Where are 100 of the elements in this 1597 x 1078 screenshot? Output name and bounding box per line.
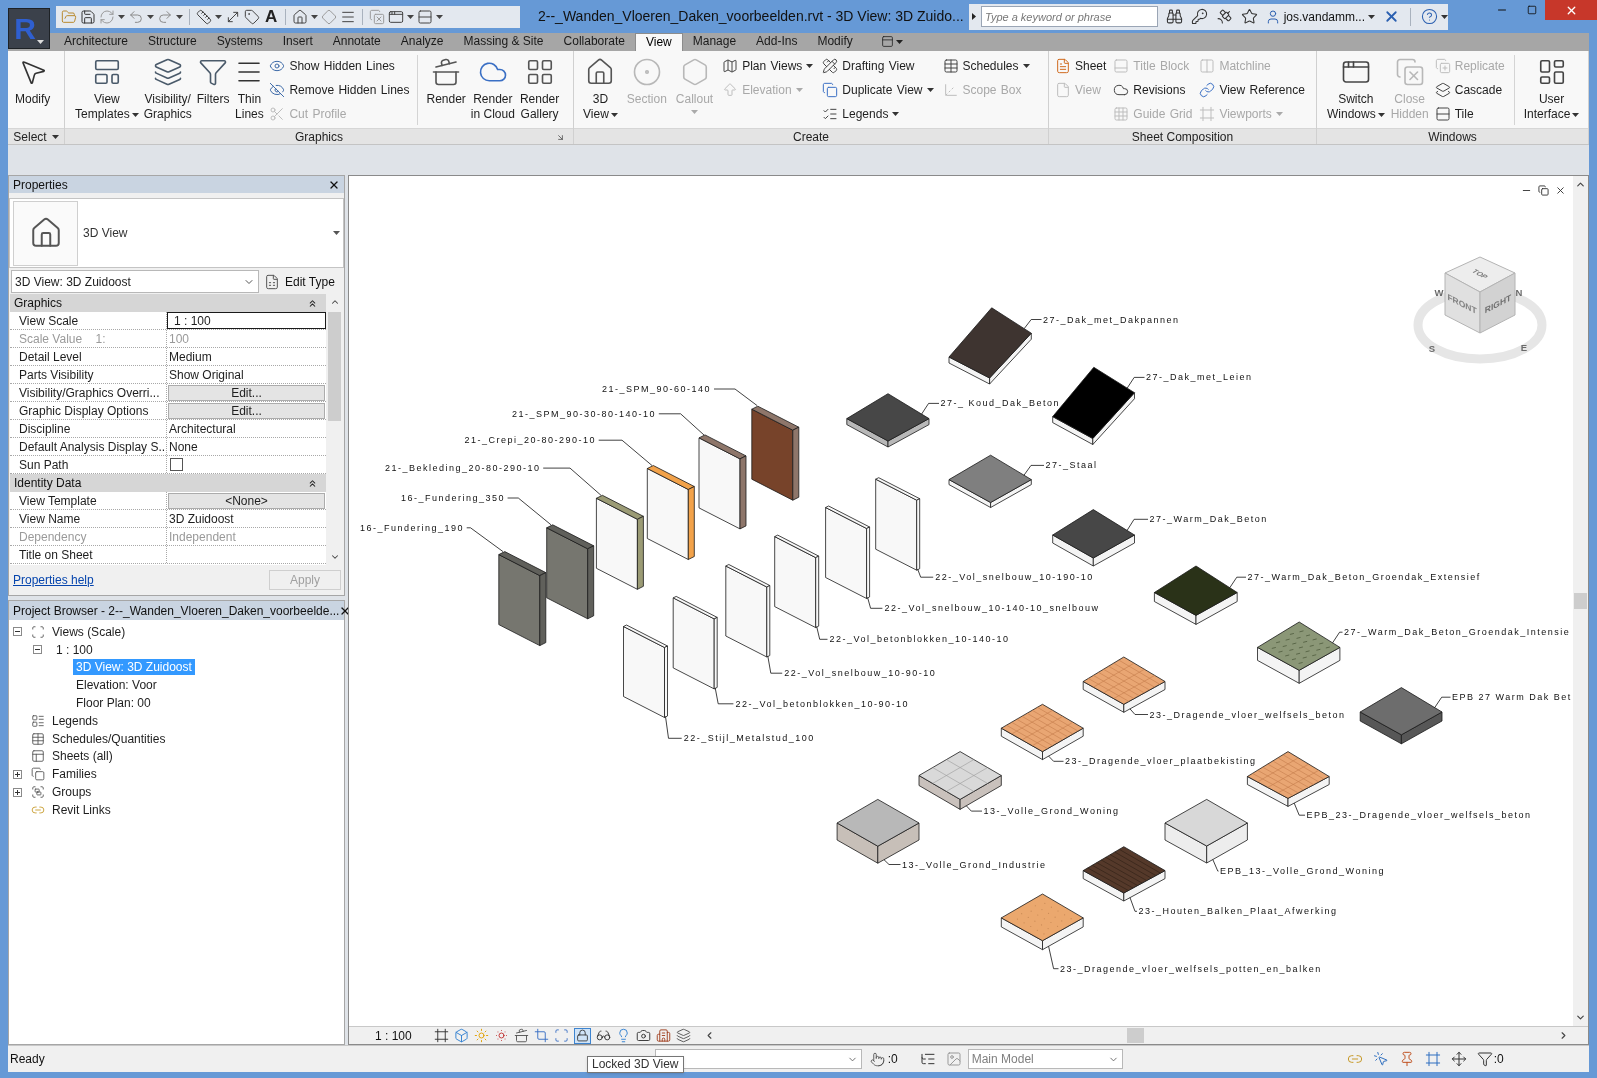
- tag-icon[interactable]: [244, 8, 260, 25]
- glasses-icon[interactable]: [595, 1028, 611, 1043]
- scroll-thumb[interactable]: [328, 312, 341, 421]
- camera-icon[interactable]: [635, 1028, 651, 1043]
- sun-icon[interactable]: [493, 1028, 509, 1043]
- property-button[interactable]: <None>: [168, 492, 325, 509]
- property-button[interactable]: Edit...: [168, 384, 325, 401]
- tree-item[interactable]: Sheets (all): [49, 748, 116, 765]
- design-option-dropdown[interactable]: Main Model: [967, 1049, 1123, 1069]
- category-header[interactable]: Identity Data: [10, 474, 326, 492]
- pot-icon[interactable]: [513, 1028, 529, 1043]
- panel-menu-button[interactable]: Select: [13, 130, 59, 143]
- checkbox[interactable]: [170, 458, 183, 471]
- tree-item[interactable]: Legends: [49, 712, 102, 729]
- x-mark-icon[interactable]: [1383, 8, 1400, 25]
- ribbon-tab[interactable]: Systems: [206, 33, 273, 51]
- pointer-click-icon[interactable]: [1372, 1051, 1389, 1067]
- ribbon-small-button[interactable]: Drafting View: [821, 54, 935, 78]
- collapse-icon[interactable]: [307, 297, 318, 309]
- user-menu-button[interactable]: jos.vandamm...: [1264, 7, 1375, 26]
- collapse-icon[interactable]: [33, 645, 42, 655]
- compass-label[interactable]: S: [1428, 342, 1436, 354]
- move-icon[interactable]: [1450, 1051, 1467, 1067]
- binoculars-icon[interactable]: [1165, 8, 1183, 25]
- text-button[interactable]: A: [263, 8, 280, 25]
- expand-icon[interactable]: [13, 769, 22, 779]
- ribbon-button[interactable]: Render: [425, 51, 467, 129]
- crop-icon[interactable]: [533, 1028, 549, 1043]
- ribbon-tab[interactable]: Modify: [807, 33, 863, 51]
- tree-item[interactable]: Views (Scale): [49, 623, 129, 640]
- close-icon[interactable]: [1555, 185, 1566, 196]
- ribbon-tab[interactable]: Analyze: [390, 33, 454, 51]
- collapse-icon[interactable]: [307, 477, 318, 489]
- ribbon-button[interactable]: Render in Cloud: [469, 51, 516, 129]
- tree-item[interactable]: Revit Links: [49, 801, 114, 818]
- instance-dropdown[interactable]: 3D View: 3D Zuidoost: [11, 270, 259, 293]
- ribbon-tab[interactable]: Add-Ins: [746, 33, 808, 51]
- ribbon-tab[interactable]: Manage: [682, 33, 747, 51]
- collapse-icon[interactable]: [13, 627, 22, 637]
- ribbon-small-button[interactable]: Plan Views: [721, 54, 815, 78]
- ribbon-small-button[interactable]: Sheet: [1054, 54, 1108, 78]
- building-icon[interactable]: [655, 1028, 671, 1043]
- ribbon-tab[interactable]: Architecture: [54, 33, 139, 51]
- tree-item[interactable]: Elevation: Voor: [73, 677, 160, 694]
- ribbon-small-button[interactable]: Tile: [1433, 102, 1506, 126]
- compass-label[interactable]: E: [1520, 341, 1528, 353]
- ribbon-button[interactable]: Switch Windows: [1326, 51, 1386, 129]
- ribbon-small-button[interactable]: Show Hidden Lines: [268, 54, 411, 78]
- ribbon-toggle-button[interactable]: [880, 35, 903, 48]
- tree-item[interactable]: 1 : 100: [53, 641, 96, 658]
- frame-icon[interactable]: [1424, 1051, 1441, 1067]
- key-icon[interactable]: [1190, 8, 1208, 25]
- restore-icon[interactable]: [1538, 185, 1549, 196]
- ribbon-tab[interactable]: Collaborate: [553, 33, 635, 51]
- scroll-thumb[interactable]: [1574, 593, 1587, 609]
- satellite-icon[interactable]: [1215, 8, 1233, 25]
- tree-item[interactable]: Floor Plan: 00: [73, 695, 154, 712]
- ribbon-button[interactable]: Render Gallery: [518, 51, 561, 129]
- cube-icon[interactable]: [453, 1028, 469, 1043]
- lock-icon[interactable]: [573, 1027, 591, 1044]
- scroll-down-icon[interactable]: [329, 552, 340, 562]
- ribbon-tab[interactable]: Annotate: [322, 33, 391, 51]
- compass-label[interactable]: N: [1515, 286, 1523, 298]
- scale-field[interactable]: 1 : 100: [167, 312, 326, 329]
- ribbon-small-button[interactable]: Remove Hidden Lines: [268, 78, 411, 102]
- tree-item[interactable]: Families: [49, 766, 100, 783]
- help-icon[interactable]: [1421, 8, 1438, 25]
- ribbon-tab[interactable]: Structure: [138, 33, 207, 51]
- workset-dropdown[interactable]: [654, 1049, 862, 1069]
- save-icon[interactable]: [80, 8, 96, 25]
- ribbon-tab[interactable]: Massing & Site: [453, 33, 554, 51]
- scroll-down-icon[interactable]: [1575, 1012, 1586, 1023]
- expand-icon[interactable]: [13, 787, 22, 797]
- ribbon-small-button[interactable]: Legends: [821, 102, 935, 126]
- launcher-icon[interactable]: [556, 133, 565, 143]
- search-field[interactable]: Type a keyword or phrase: [981, 6, 1158, 27]
- ribbon-button[interactable]: Visibility/ Graphics: [142, 51, 193, 129]
- ribbon-button[interactable]: User Interface: [1522, 51, 1581, 129]
- help-link[interactable]: Properties help: [13, 571, 94, 589]
- scroll-up-icon[interactable]: [329, 297, 340, 307]
- list-tree-icon[interactable]: [919, 1051, 936, 1067]
- ribbon-button[interactable]: Modify: [14, 51, 52, 129]
- tree-item[interactable]: Schedules/Quantities: [49, 730, 169, 747]
- ribbon-button[interactable]: Thin Lines: [233, 51, 266, 129]
- category-header[interactable]: Graphics: [10, 294, 326, 312]
- scroll-thumb[interactable]: [1127, 1028, 1144, 1043]
- ribbon-button[interactable]: Filters: [195, 51, 231, 129]
- maximize-icon[interactable]: [1527, 5, 1537, 15]
- ribbon-tab[interactable]: View: [634, 33, 683, 51]
- frame-icon[interactable]: [433, 1028, 449, 1043]
- type-selector[interactable]: 3D View: [9, 198, 344, 268]
- vertical-scrollbar[interactable]: [1573, 176, 1588, 1026]
- rows-icon[interactable]: [417, 8, 434, 25]
- edit-type-button[interactable]: Edit Type: [262, 272, 337, 291]
- tree-item[interactable]: Groups: [49, 784, 95, 801]
- hand-pointer-icon[interactable]: [869, 1051, 885, 1067]
- funnel-icon[interactable]: [1476, 1051, 1493, 1067]
- ribbon-small-button[interactable]: Duplicate View: [821, 78, 935, 102]
- ribbon-small-button[interactable]: View Reference: [1198, 78, 1306, 102]
- ribbon-button[interactable]: View Templates: [74, 51, 140, 129]
